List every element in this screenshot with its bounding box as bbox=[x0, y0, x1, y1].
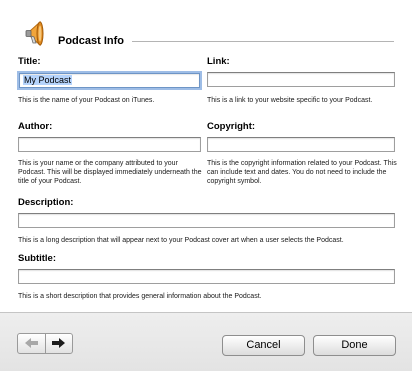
megaphone-icon bbox=[22, 20, 48, 48]
done-button[interactable]: Done bbox=[313, 335, 396, 356]
right-arrow-icon bbox=[52, 335, 66, 353]
copyright-help-text: This is the copyright information relate… bbox=[207, 160, 397, 185]
copyright-label: Copyright: bbox=[207, 121, 256, 132]
page-title: Podcast Info bbox=[58, 35, 125, 47]
header-divider bbox=[132, 41, 394, 42]
description-label: Description: bbox=[18, 197, 74, 208]
link-field[interactable] bbox=[207, 72, 395, 87]
description-field[interactable] bbox=[18, 213, 395, 228]
author-help-text: This is your name or the company attribu… bbox=[18, 160, 202, 185]
left-arrow-icon bbox=[24, 335, 38, 353]
copyright-field[interactable] bbox=[207, 137, 395, 152]
title-label: Title: bbox=[18, 56, 41, 67]
author-field[interactable] bbox=[18, 137, 201, 152]
link-label: Link: bbox=[207, 56, 230, 67]
cancel-button[interactable]: Cancel bbox=[222, 335, 305, 356]
title-field[interactable]: My Podcast bbox=[19, 73, 200, 88]
subtitle-help-text: This is a short description that provide… bbox=[18, 293, 262, 300]
title-field-value: My Podcast bbox=[23, 75, 73, 85]
podcast-info-panel: Podcast Info Title: My Podcast This is t… bbox=[0, 0, 412, 312]
forward-button[interactable] bbox=[44, 334, 73, 353]
title-help-text: This is the name of your Podcast on iTun… bbox=[18, 97, 155, 104]
link-help-text: This is a link to your website specific … bbox=[207, 97, 373, 104]
dialog-footer: Cancel Done bbox=[0, 312, 412, 371]
subtitle-field[interactable] bbox=[18, 269, 395, 284]
panel-header: Podcast Info bbox=[22, 20, 402, 50]
author-label: Author: bbox=[18, 121, 53, 132]
back-button[interactable] bbox=[18, 334, 45, 353]
navigation-segmented-control bbox=[17, 333, 73, 354]
description-help-text: This is a long description that will app… bbox=[18, 237, 344, 244]
subtitle-label: Subtitle: bbox=[18, 253, 56, 264]
